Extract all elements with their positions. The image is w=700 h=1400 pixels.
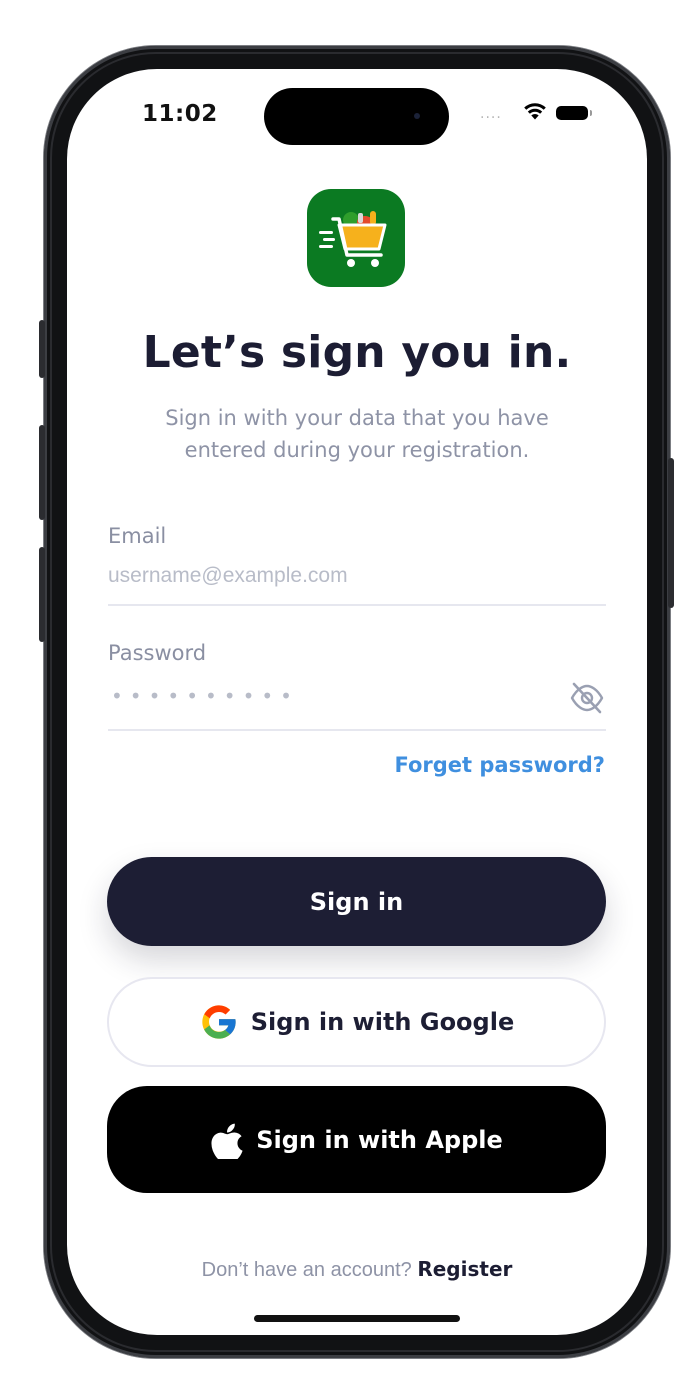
google-icon — [202, 1005, 236, 1039]
apple-signin-label: Sign in with Apple — [256, 1125, 503, 1154]
apple-icon — [211, 1123, 243, 1159]
register-row: Don’t have an account? Register — [67, 1257, 647, 1282]
side-button-volume-up — [39, 425, 45, 520]
password-underline — [108, 729, 606, 731]
wifi-icon — [524, 103, 546, 120]
signal-icon: .... — [480, 106, 502, 122]
app-logo — [307, 189, 405, 287]
status-time: 11:02 — [142, 101, 218, 127]
side-button-volume-down — [39, 547, 45, 642]
google-signin-label: Sign in with Google — [250, 1008, 515, 1036]
email-label: Email — [108, 524, 167, 548]
signin-button[interactable]: Sign in — [107, 857, 606, 946]
signin-button-label: Sign in — [309, 887, 404, 916]
apple-signin-button[interactable]: Sign in with Apple — [107, 1086, 606, 1193]
forgot-password-link[interactable]: Forget password? — [394, 753, 605, 777]
shopping-cart-groceries-icon — [319, 211, 387, 267]
dynamic-island — [264, 88, 449, 145]
register-prompt: Don’t have an account? — [201, 1259, 412, 1281]
side-button-power — [668, 458, 674, 608]
password-label: Password — [108, 641, 207, 665]
eye-off-icon[interactable] — [569, 681, 605, 715]
battery-icon — [556, 106, 592, 120]
email-field[interactable] — [108, 561, 604, 591]
home-indicator[interactable] — [254, 1315, 460, 1322]
side-button-mute — [39, 320, 45, 378]
email-underline — [108, 604, 606, 606]
register-link[interactable]: Register — [417, 1257, 512, 1281]
google-signin-button[interactable]: Sign in with Google — [107, 977, 606, 1067]
password-field[interactable]: •••••••••• — [111, 684, 299, 708]
page-title: Let’s sign you in. — [142, 327, 572, 378]
page-subtitle: Sign in with your data that you have ent… — [165, 406, 549, 462]
screen: 11:02 .... Let’s sign you in. Sign in wi… — [67, 69, 647, 1335]
